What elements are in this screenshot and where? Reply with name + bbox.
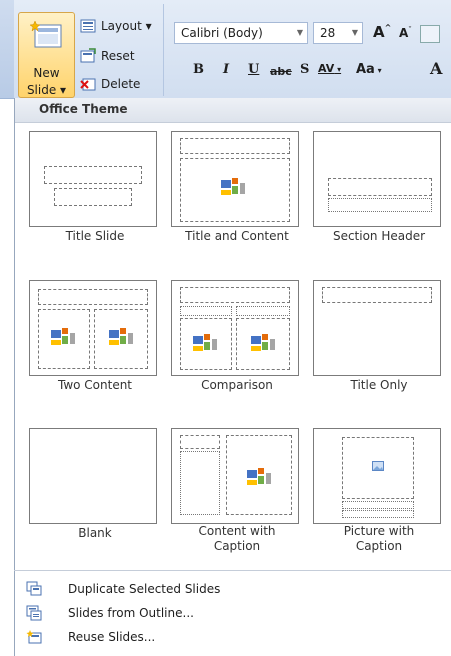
layout-two-content[interactable]: Two Content bbox=[15, 273, 157, 413]
layout-caption: Comparison bbox=[201, 378, 273, 392]
font-color-icon: A bbox=[430, 59, 443, 78]
italic-button[interactable]: I bbox=[223, 62, 229, 77]
layout-title-and-content[interactable]: Title and Content bbox=[157, 124, 299, 264]
layout-caption-line: Content with bbox=[198, 524, 276, 538]
layout-thumbnail bbox=[313, 280, 441, 376]
font-color-button[interactable]: A bbox=[430, 59, 442, 78]
duplicate-selected-slides-item[interactable]: Duplicate Selected Slides bbox=[14, 578, 451, 602]
slides-from-outline-label: Slides from Outline... bbox=[68, 606, 194, 620]
grow-font-button[interactable]: A^ bbox=[373, 23, 391, 41]
delete-label: Delete bbox=[101, 77, 141, 91]
reuse-slides-label: Reuse Slides... bbox=[68, 630, 156, 644]
chevron-down-icon: ▼ bbox=[351, 28, 358, 37]
strikethrough-button[interactable]: abc bbox=[270, 65, 292, 78]
new-slide-dropdown-label: Slide ▾ bbox=[26, 83, 67, 97]
font-size-value: 28 bbox=[320, 26, 336, 40]
picture-placeholder-icon bbox=[372, 461, 384, 471]
duplicate-slides-icon bbox=[26, 581, 42, 596]
reset-button[interactable]: Reset bbox=[80, 48, 135, 64]
bold-icon: B bbox=[193, 62, 204, 77]
ribbon-edge bbox=[0, 0, 14, 98]
layout-button[interactable]: Layout ▾ bbox=[80, 18, 152, 34]
layout-thumbnail bbox=[29, 131, 157, 227]
layout-title-slide[interactable]: Title Slide bbox=[15, 124, 157, 264]
shadow-button[interactable]: S bbox=[300, 62, 309, 77]
ribbon-separator bbox=[163, 4, 164, 96]
layout-caption: Title Only bbox=[350, 378, 408, 392]
reset-icon bbox=[80, 48, 96, 64]
gallery-header: Office Theme bbox=[15, 98, 451, 123]
underline-button[interactable]: U bbox=[248, 62, 259, 77]
layout-section-header[interactable]: Section Header bbox=[299, 124, 441, 264]
layout-thumbnail bbox=[313, 428, 441, 524]
delete-button[interactable]: Delete bbox=[80, 76, 140, 92]
slides-from-outline-icon bbox=[26, 605, 42, 621]
italic-icon: I bbox=[223, 62, 230, 77]
layout-thumbnail bbox=[171, 428, 299, 524]
change-case-icon: Aa bbox=[356, 62, 375, 77]
gallery-header-title: Office Theme bbox=[39, 102, 128, 116]
character-spacing-icon: AV bbox=[318, 62, 335, 75]
delete-icon bbox=[80, 76, 96, 92]
bold-button[interactable]: B bbox=[193, 62, 204, 77]
shadow-icon: S bbox=[300, 62, 310, 77]
new-slide-label: New bbox=[33, 66, 60, 80]
reuse-slides-item[interactable]: Reuse Slides... bbox=[14, 626, 451, 650]
layout-caption-line: Caption bbox=[355, 539, 403, 553]
clear-formatting-button[interactable] bbox=[420, 25, 440, 43]
layout-caption: Title Slide bbox=[65, 229, 125, 243]
change-case-button[interactable]: Aa ▾ bbox=[356, 62, 382, 77]
layout-thumbnail bbox=[29, 428, 157, 524]
strikethrough-icon: abc bbox=[270, 65, 292, 78]
font-name-select[interactable]: Calibri (Body) ▼ bbox=[174, 22, 308, 44]
content-placeholder-icon bbox=[251, 334, 275, 351]
layout-thumbnail bbox=[171, 280, 299, 376]
content-placeholder-icon bbox=[109, 328, 133, 345]
shrink-font-icon: A bbox=[399, 26, 409, 40]
layout-label: Layout ▾ bbox=[101, 19, 152, 33]
character-spacing-button[interactable]: AV ▾ bbox=[318, 62, 341, 75]
layout-caption: Blank bbox=[78, 526, 112, 540]
new-slide-icon bbox=[29, 19, 63, 51]
layout-title-only[interactable]: Title Only bbox=[299, 273, 441, 413]
layout-caption: Picture with Caption bbox=[299, 524, 451, 554]
ribbon: New Slide ▾ Layout ▾ Reset Delete Calibr… bbox=[0, 0, 451, 99]
layout-comparison[interactable]: Comparison bbox=[157, 273, 299, 413]
underline-icon: U bbox=[248, 62, 260, 77]
grow-font-icon: A bbox=[373, 23, 385, 41]
menu-divider bbox=[14, 570, 451, 571]
font-name-value: Calibri (Body) bbox=[181, 26, 263, 40]
content-placeholder-icon bbox=[51, 328, 75, 345]
layout-thumbnail bbox=[171, 131, 299, 227]
layout-icon bbox=[80, 18, 96, 34]
content-placeholder-icon bbox=[221, 178, 245, 195]
duplicate-selected-slides-label: Duplicate Selected Slides bbox=[68, 582, 221, 596]
layout-caption: Title and Content bbox=[185, 229, 289, 243]
layout-thumbnail bbox=[313, 131, 441, 227]
layout-blank[interactable]: Blank bbox=[15, 421, 157, 561]
layout-gallery: Office Theme Title Slide Title and Conte… bbox=[14, 98, 451, 656]
layout-caption-line: Picture with bbox=[343, 524, 415, 538]
layout-picture-with-caption[interactable]: Picture with Caption bbox=[299, 421, 441, 561]
layout-caption: Content with Caption bbox=[157, 524, 317, 554]
new-slide-button[interactable]: New Slide ▾ bbox=[18, 12, 75, 98]
reuse-slides-icon bbox=[26, 630, 42, 644]
layout-caption: Section Header bbox=[332, 229, 426, 243]
layout-thumbnail bbox=[29, 280, 157, 376]
content-placeholder-icon bbox=[193, 334, 217, 351]
layout-caption-line: Caption bbox=[213, 539, 261, 553]
slides-from-outline-item[interactable]: Slides from Outline... bbox=[14, 602, 451, 626]
layout-content-with-caption[interactable]: Content with Caption bbox=[157, 421, 299, 561]
chevron-down-icon: ▼ bbox=[296, 28, 303, 37]
content-placeholder-icon bbox=[247, 468, 271, 485]
reset-label: Reset bbox=[101, 49, 135, 63]
font-size-select[interactable]: 28 ▼ bbox=[313, 22, 363, 44]
layout-caption: Two Content bbox=[57, 378, 133, 392]
shrink-font-button[interactable]: Aˇ bbox=[399, 26, 412, 40]
